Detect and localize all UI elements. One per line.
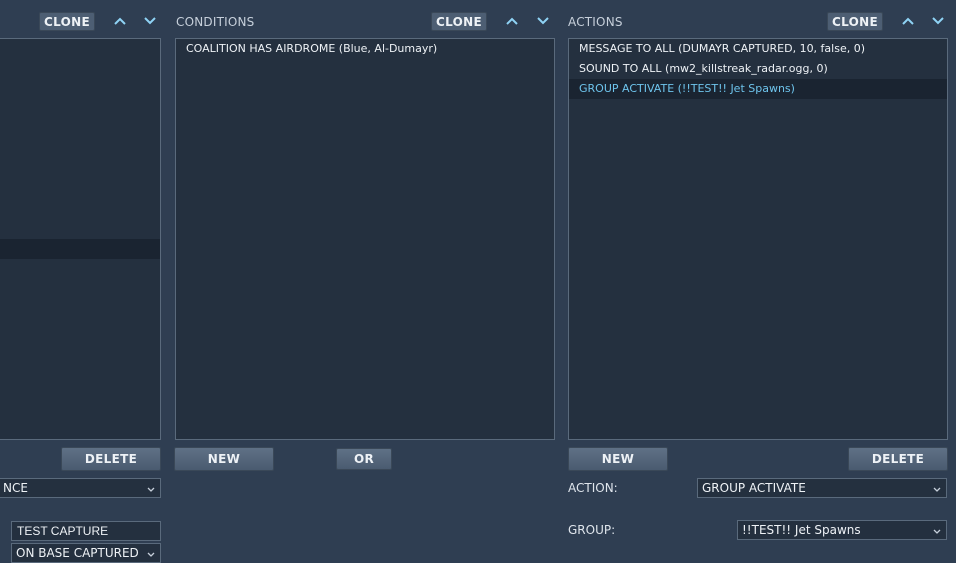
- action-type-select[interactable]: GROUP ACTIVATE: [697, 478, 947, 498]
- triggers-move-up-icon[interactable]: [113, 16, 127, 28]
- action-type-value: GROUP ACTIVATE: [702, 481, 806, 495]
- conditions-or-button[interactable]: OR: [336, 448, 392, 470]
- action-item[interactable]: MESSAGE TO ALL (DUMAYR CAPTURED, 10, fal…: [569, 39, 947, 59]
- triggers-list[interactable]: [0, 38, 161, 440]
- dropdown-chevron-icon: [146, 482, 156, 497]
- actions-list[interactable]: MESSAGE TO ALL (DUMAYR CAPTURED, 10, fal…: [568, 38, 948, 440]
- triggers-delete-button[interactable]: DELETE: [61, 447, 161, 471]
- dropdown-chevron-icon: [932, 524, 942, 539]
- dropdown-chevron-icon: [146, 547, 156, 562]
- actions-header: ACTIONS: [568, 15, 623, 29]
- actions-clone-button[interactable]: CLONE: [827, 12, 883, 31]
- actions-delete-button[interactable]: DELETE: [848, 447, 948, 471]
- trigger-event-value: NCE: [3, 481, 28, 495]
- conditions-move-up-icon[interactable]: [505, 16, 519, 28]
- action-item-selected[interactable]: GROUP ACTIVATE (!!TEST!! Jet Spawns): [569, 79, 947, 99]
- actions-move-down-icon[interactable]: [931, 16, 945, 28]
- trigger-name-input[interactable]: [11, 521, 161, 541]
- triggers-list-selected-row[interactable]: [0, 239, 160, 259]
- conditions-clone-button[interactable]: CLONE: [431, 12, 487, 31]
- group-select[interactable]: !!TEST!! Jet Spawns: [737, 520, 947, 540]
- conditions-new-button[interactable]: NEW: [174, 447, 274, 471]
- dropdown-chevron-icon: [932, 482, 942, 497]
- action-type-label: ACTION:: [568, 481, 618, 495]
- group-label: GROUP:: [568, 523, 616, 537]
- actions-new-button[interactable]: NEW: [568, 447, 668, 471]
- group-value: !!TEST!! Jet Spawns: [742, 523, 861, 537]
- trigger-event-select[interactable]: NCE: [0, 478, 161, 498]
- conditions-move-down-icon[interactable]: [536, 16, 550, 28]
- condition-item[interactable]: COALITION HAS AIRDROME (Blue, Al-Dumayr): [176, 39, 554, 59]
- triggers-move-down-icon[interactable]: [143, 16, 157, 28]
- actions-move-up-icon[interactable]: [901, 16, 915, 28]
- trigger-condition-value: ON BASE CAPTURED: [16, 546, 139, 560]
- conditions-list[interactable]: COALITION HAS AIRDROME (Blue, Al-Dumayr): [175, 38, 555, 440]
- trigger-condition-select[interactable]: ON BASE CAPTURED: [11, 543, 161, 563]
- triggers-clone-button[interactable]: CLONE: [39, 12, 95, 31]
- conditions-header: CONDITIONS: [176, 15, 255, 29]
- action-item[interactable]: SOUND TO ALL (mw2_killstreak_radar.ogg, …: [569, 59, 947, 79]
